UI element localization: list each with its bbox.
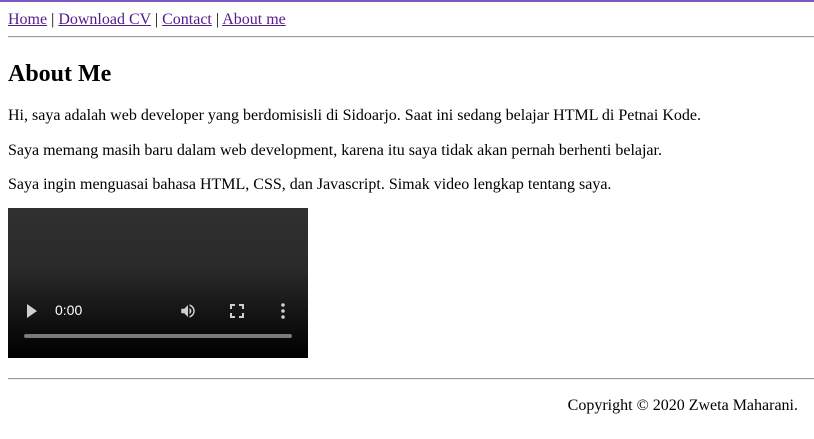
fullscreen-icon[interactable] [230, 304, 244, 318]
nav-link-home[interactable]: Home [8, 11, 47, 28]
nav-link-download-cv[interactable]: Download CV [58, 11, 151, 28]
video-player[interactable]: 0:00 [8, 208, 308, 358]
volume-icon[interactable] [179, 302, 197, 320]
page: { "nav": { "items": [ {"label": "Home"},… [0, 0, 814, 439]
nav-separator: | [51, 11, 55, 28]
nav-link-about-me[interactable]: About me [222, 11, 286, 28]
video-time: 0:00 [55, 302, 83, 318]
header-divider [8, 36, 814, 38]
learning-paragraph: Saya memang masih baru dalam web develop… [8, 142, 662, 159]
skills-paragraph: Saya ingin menguasai bahasa HTML, CSS, d… [8, 176, 612, 193]
footer-divider [8, 378, 814, 380]
nav-link-contact[interactable]: Contact [162, 11, 212, 28]
footer-copyright: Copyright © 2020 Zweta Maharani. [567, 397, 798, 414]
nav-separator: | [154, 11, 159, 28]
top-nav: Home | Download CV | Contact | About me [8, 10, 286, 29]
video-progress-bar[interactable] [24, 334, 292, 338]
nav-separator: | [215, 11, 220, 28]
intro-paragraph: Hi, saya adalah web developer yang berdo… [8, 107, 702, 124]
page-title: About Me [8, 61, 112, 87]
more-options-icon[interactable] [280, 303, 286, 319]
play-icon[interactable] [27, 304, 37, 318]
